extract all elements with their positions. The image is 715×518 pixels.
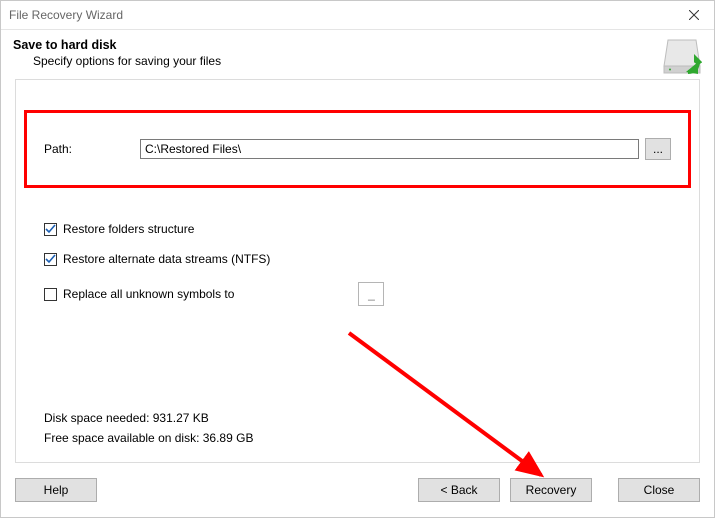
disk-info: Disk space needed: 931.27 KB Free space … [44,408,253,448]
window-title: File Recovery Wizard [9,8,674,22]
back-button[interactable]: < Back [418,478,500,502]
help-button[interactable]: Help [15,478,97,502]
path-input[interactable] [140,139,639,159]
window-close-button[interactable] [674,1,714,29]
disk-free-label: Free space available on disk: 36.89 GB [44,428,253,448]
option-label: Replace all unknown symbols to [63,287,234,301]
close-button[interactable]: Close [618,478,700,502]
recovery-button[interactable]: Recovery [510,478,592,502]
replace-char-input[interactable]: _ [358,282,384,306]
wizard-window: File Recovery Wizard Save to hard disk S… [0,0,715,518]
check-icon [45,254,56,265]
checkbox-replace-symbols[interactable] [44,288,57,301]
option-label: Restore alternate data streams (NTFS) [63,252,270,266]
disk-needed-label: Disk space needed: 931.27 KB [44,408,253,428]
checkbox-restore-folders[interactable] [44,223,57,236]
button-bar: Help < Back Recovery Close [15,477,700,503]
options-group: Restore folders structure Restore altern… [44,222,671,322]
option-label: Restore folders structure [63,222,194,236]
option-restore-folders[interactable]: Restore folders structure [44,222,671,236]
hard-disk-icon [662,36,702,76]
page-title: Save to hard disk [13,38,700,52]
option-restore-ads[interactable]: Restore alternate data streams (NTFS) [44,252,671,266]
header: Save to hard disk Specify options for sa… [1,30,714,72]
checkbox-restore-ads[interactable] [44,253,57,266]
close-icon [689,10,699,20]
path-label: Path: [44,142,140,156]
page-subtitle: Specify options for saving your files [33,54,700,68]
content-panel: Path: ... Restore folders structure Rest… [15,79,700,463]
option-replace-symbols[interactable]: Replace all unknown symbols to _ [44,282,671,306]
check-icon [45,224,56,235]
path-row: Path: ... [44,138,671,160]
browse-button[interactable]: ... [645,138,671,160]
title-bar: File Recovery Wizard [1,1,714,30]
